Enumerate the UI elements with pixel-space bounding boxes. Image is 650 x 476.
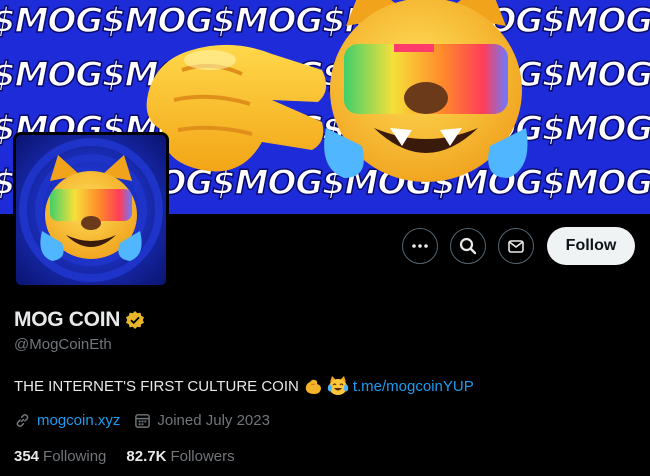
website-link[interactable]: mogcoin.xyz [37, 412, 120, 429]
cat-tears-of-joy-icon [327, 376, 349, 395]
display-name: MOG COIN [14, 308, 121, 331]
following-count: 354 [14, 448, 40, 465]
banner-tile: $MOG [541, 0, 650, 42]
message-icon [508, 240, 524, 253]
flexed-biceps-icon [305, 379, 321, 394]
link-icon [16, 414, 29, 427]
following-stat[interactable]: 354 Following [14, 448, 106, 465]
name-row: MOG COIN [14, 308, 145, 332]
bio-link[interactable]: t.me/mogcoinYUP [353, 378, 474, 395]
search-icon [459, 237, 477, 255]
more-button[interactable] [402, 228, 438, 264]
gold-verified-badge-icon[interactable] [125, 310, 145, 330]
joined-date: Joined July 2023 [157, 412, 270, 429]
cat-avatar-icon [16, 135, 166, 285]
profile-avatar[interactable] [13, 132, 169, 288]
followers-stat[interactable]: 82.7K Followers [126, 448, 234, 465]
banner-tile: $MOG [541, 162, 650, 204]
banner-tile: $MOG [541, 108, 650, 150]
followers-label: Followers [170, 448, 235, 465]
bio-text: THE INTERNET'S FIRST CULTURE COIN [14, 377, 299, 395]
website-item: mogcoin.xyz [14, 412, 120, 429]
follow-button[interactable]: Follow [547, 227, 635, 265]
profile-bio: THE INTERNET'S FIRST CULTURE COIN t.me/m… [14, 376, 474, 396]
search-button[interactable] [450, 228, 486, 264]
cat-face-icon [324, 0, 528, 182]
calendar-icon [135, 414, 151, 428]
followers-count: 82.7K [126, 448, 167, 465]
profile-meta: mogcoin.xyz Joined July 2023 [14, 412, 284, 429]
following-label: Following [43, 448, 107, 465]
banner-tile: $MOG [0, 0, 104, 42]
follow-stats: 354 Following 82.7K Followers [14, 448, 255, 465]
banner-tile: $MOG [541, 54, 650, 96]
more-icon [412, 244, 428, 248]
profile-handle: @MogCoinEth [14, 336, 112, 353]
banner-tile: $MOG [0, 54, 104, 96]
message-button[interactable] [498, 228, 534, 264]
joined-item: Joined July 2023 [134, 412, 270, 429]
